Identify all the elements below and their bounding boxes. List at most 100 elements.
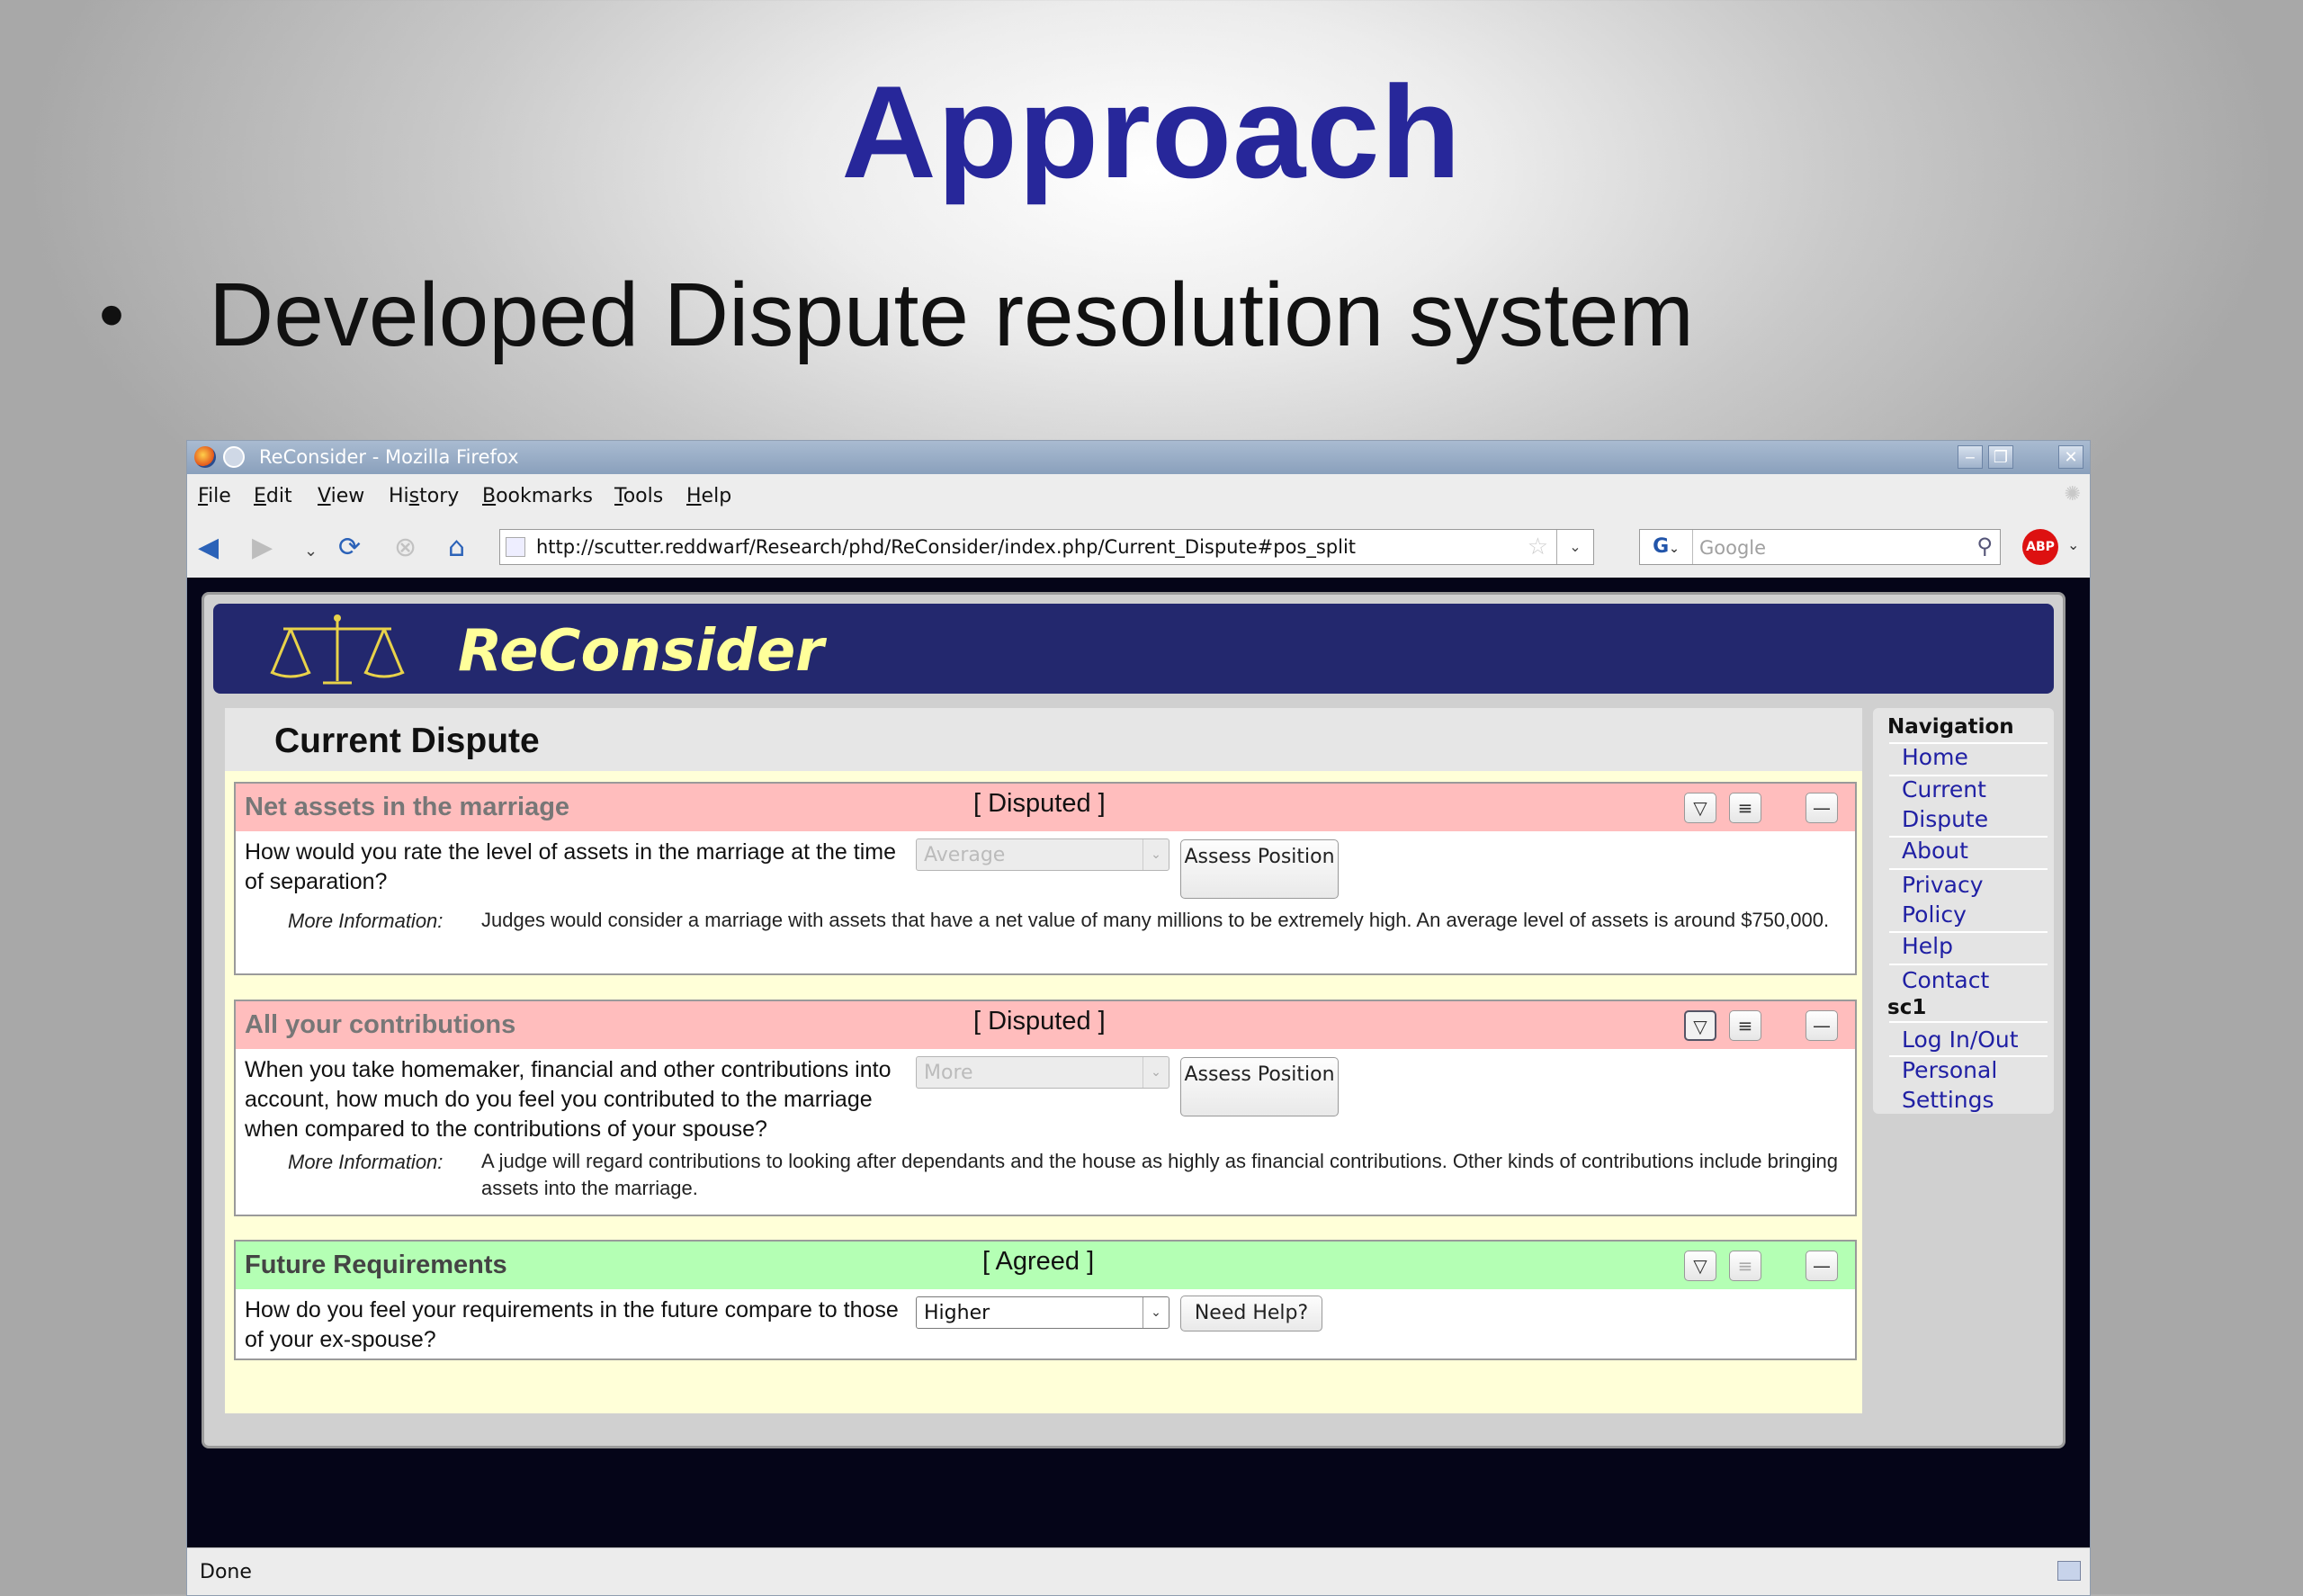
adblock-button[interactable]: ABP (2022, 529, 2058, 565)
more-info-label: More Information: (288, 1151, 444, 1173)
menu-edit[interactable]: Edit (254, 485, 292, 507)
menu-bookmarks[interactable]: Bookmarks (482, 485, 593, 507)
reload-icon: ⟳ (338, 532, 362, 563)
bullet-text: Developed Dispute resolution system (209, 265, 1694, 365)
menu-help[interactable]: Help (686, 485, 731, 507)
expand-button[interactable]: ▽ (1684, 1251, 1716, 1281)
assess-position-button[interactable]: Assess Position (1180, 839, 1339, 899)
slide-title: Approach (841, 58, 1462, 205)
nav-link-home[interactable]: Home (1902, 742, 1968, 772)
chevron-down-icon: ⌄ (1569, 538, 1582, 555)
list-icon: ≡ (1737, 797, 1753, 819)
minus-icon: — (1813, 1015, 1831, 1036)
status-bar: Done (187, 1547, 2090, 1595)
details-button[interactable]: ≡ (1729, 793, 1761, 823)
page-title: Current Dispute (274, 722, 540, 760)
assess-position-button[interactable]: Assess Position (1180, 1057, 1339, 1116)
url-text[interactable]: http://scutter.reddwarf/Research/phd/ReC… (536, 536, 1356, 558)
home-button[interactable]: ⌂ (448, 533, 465, 563)
bullet-point: • (99, 274, 125, 354)
home-icon: ⌂ (448, 532, 466, 563)
menu-bar: File Edit View History Bookmarks Tools H… (187, 474, 2090, 517)
issue-status: [ Disputed ] (973, 1007, 1106, 1036)
more-info-text: A judge will regard contributions to loo… (481, 1150, 1838, 1199)
title-bar: ReConsider - Mozilla Firefox ‒ ❐ ✕ (187, 441, 2090, 474)
triangle-down-icon: ▽ (1693, 1016, 1707, 1037)
select-value: Higher (924, 1302, 990, 1324)
forward-button[interactable]: ▶ (252, 533, 273, 563)
url-dropdown[interactable]: ⌄ (1556, 530, 1593, 564)
expand-button[interactable]: ▽ (1684, 793, 1716, 823)
issue-net-assets: Net assets in the marriage [ Disputed ] … (234, 782, 1857, 975)
contribution-select: More ⌄ (916, 1056, 1169, 1089)
reconsider-page: ReConsider Current Dispute Net assets in… (202, 592, 2066, 1448)
triangle-down-icon: ▽ (1693, 1255, 1707, 1277)
chevron-down-icon[interactable]: ⌄ (2067, 536, 2079, 553)
menu-file[interactable]: File (198, 485, 231, 507)
issue-title: Future Requirements (245, 1251, 507, 1279)
reload-button[interactable]: ⟳ (338, 533, 361, 563)
chevron-down-icon: ⌄ (1143, 839, 1169, 870)
star-icon[interactable]: ☆ (1528, 533, 1548, 560)
requirements-select[interactable]: Higher ⌄ (916, 1296, 1169, 1329)
chevron-down-icon: ⌄ (304, 542, 318, 560)
minimize-button[interactable]: ‒ (1958, 445, 1983, 469)
nav-link-personal-settings[interactable]: Personal Settings (1902, 1055, 2037, 1115)
select-value: More (924, 1062, 973, 1084)
address-bar[interactable]: http://scutter.reddwarf/Research/phd/ReC… (499, 529, 1594, 565)
status-icon (2057, 1561, 2081, 1581)
search-input[interactable]: Google (1699, 537, 1766, 559)
status-text: Done (200, 1561, 252, 1583)
nav-link-contact[interactable]: Contact (1902, 965, 1989, 995)
main-panel: Current Dispute Net assets in the marria… (225, 708, 1862, 1413)
nav-link-help[interactable]: Help (1902, 931, 1953, 961)
search-engine-selector[interactable]: G⌄ (1640, 530, 1693, 564)
nav-link-current-dispute[interactable]: Current Dispute (1902, 775, 2037, 834)
nav-link-about[interactable]: About (1902, 836, 1968, 865)
google-icon: G (1653, 535, 1670, 558)
details-button[interactable]: ≡ (1729, 1251, 1761, 1281)
details-button[interactable]: ≡ (1729, 1010, 1761, 1041)
collapse-button[interactable]: — (1806, 1251, 1838, 1281)
collapse-button[interactable]: — (1806, 793, 1838, 823)
divider (1889, 1021, 2048, 1023)
issue-future-requirements: Future Requirements [ Agreed ] ▽ ≡ — How… (234, 1240, 1857, 1360)
minus-icon: — (1813, 1255, 1831, 1277)
page-heading-bar: Current Dispute (225, 708, 1862, 771)
site-name: ReConsider (458, 618, 824, 685)
scales-icon (265, 609, 409, 694)
close-button[interactable]: ✕ (2058, 445, 2083, 469)
nav-heading: Navigation (1887, 715, 2014, 739)
magnifier-icon[interactable]: ⚲ (1976, 533, 1993, 559)
browser-content: ReConsider Current Dispute Net assets in… (187, 578, 2090, 1548)
issue-question: When you take homemaker, financial and o… (245, 1057, 892, 1142)
menu-tools[interactable]: Tools (614, 485, 663, 507)
list-icon: ≡ (1737, 1015, 1753, 1036)
select-value: Average (924, 844, 1006, 866)
issue-header: Net assets in the marriage [ Disputed ] … (236, 784, 1855, 831)
firefox-icon (194, 446, 216, 468)
menu-view[interactable]: View (318, 485, 364, 507)
history-dropdown[interactable]: ⌄ (304, 536, 318, 567)
list-icon: ≡ (1737, 1255, 1753, 1277)
window-menu-icon[interactable] (223, 446, 245, 468)
chevron-down-icon: ⌄ (1143, 1057, 1169, 1088)
issue-question: How do you feel your requirements in the… (245, 1297, 899, 1352)
need-help-button[interactable]: Need Help? (1180, 1296, 1322, 1331)
navigation-panel: Navigation Home Current Dispute About Pr… (1873, 708, 2054, 1114)
navigation-toolbar: ◀ ▶ ⌄ ⟳ ⊗ ⌂ http://scutter.reddwarf/Rese… (187, 516, 2090, 578)
maximize-button[interactable]: ❐ (1988, 445, 2013, 469)
nav-link-privacy-policy[interactable]: Privacy Policy (1902, 870, 2037, 929)
stop-icon: ⊗ (394, 532, 417, 563)
expand-button[interactable]: ▽ (1684, 1010, 1716, 1041)
menu-history[interactable]: History (389, 485, 459, 507)
assets-select: Average ⌄ (916, 838, 1169, 871)
issue-status: [ Disputed ] (973, 789, 1106, 818)
back-button[interactable]: ◀ (198, 533, 219, 563)
site-identity-icon[interactable] (506, 537, 525, 557)
search-box[interactable]: G⌄ Google ⚲ (1639, 529, 2001, 565)
nav-link-login[interactable]: Log In/Out (1902, 1025, 2019, 1054)
issue-header: All your contributions [ Disputed ] ▽ ≡ … (236, 1001, 1855, 1049)
stop-button[interactable]: ⊗ (394, 533, 417, 563)
collapse-button[interactable]: — (1806, 1010, 1838, 1041)
